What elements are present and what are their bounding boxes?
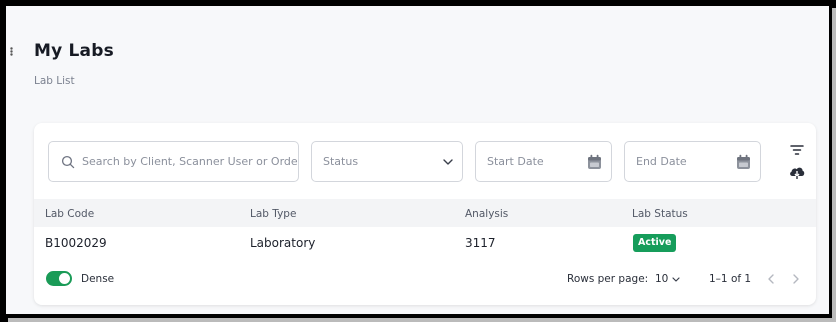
- chevron-down-icon: [443, 158, 453, 165]
- chevron-down-icon: [672, 276, 680, 282]
- lab-list-card: Search by Client, Scanner User or Order …: [34, 123, 816, 305]
- filter-icon[interactable]: [788, 143, 806, 157]
- table-row[interactable]: B1002029 Laboratory 3117 Active: [34, 227, 816, 259]
- column-header-analysis[interactable]: Analysis: [465, 208, 508, 220]
- rows-per-page-select[interactable]: 10: [655, 269, 681, 289]
- rows-per-page-value: 10: [655, 273, 669, 285]
- pagination-range: 1–1 of 1: [709, 273, 752, 285]
- column-header-lab-type[interactable]: Lab Type: [250, 208, 296, 220]
- end-date-input[interactable]: End Date: [624, 141, 761, 182]
- window-shadow: [832, 8, 836, 322]
- cell-lab-code: B1002029: [45, 236, 107, 250]
- cell-lab-type: Laboratory: [250, 236, 316, 250]
- app-window: My Labs Lab List Search by Client, Scann…: [0, 0, 836, 322]
- search-icon: [61, 155, 75, 168]
- calendar-icon[interactable]: [736, 154, 751, 170]
- sidebar-collapse-handle[interactable]: [10, 47, 13, 56]
- calendar-icon[interactable]: [587, 154, 602, 170]
- column-header-lab-code[interactable]: Lab Code: [45, 208, 94, 220]
- dense-toggle[interactable]: [46, 271, 72, 286]
- cloud-download-icon[interactable]: [788, 164, 806, 180]
- end-date-placeholder: End Date: [636, 155, 687, 168]
- breadcrumb: Lab List: [34, 75, 75, 87]
- start-date-input[interactable]: Start Date: [475, 141, 612, 182]
- chevron-left-icon[interactable]: [766, 272, 776, 286]
- search-input[interactable]: Search by Client, Scanner User or Order …: [48, 141, 299, 182]
- chevron-right-icon[interactable]: [791, 272, 801, 286]
- cell-analysis: 3117: [465, 236, 496, 250]
- status-placeholder: Status: [323, 155, 359, 168]
- toggle-knob: [59, 273, 70, 284]
- search-placeholder: Search by Client, Scanner User or Order …: [82, 155, 298, 168]
- status-select[interactable]: Status: [311, 141, 463, 182]
- rows-per-page-label: Rows per page:: [567, 273, 649, 285]
- start-date-placeholder: Start Date: [487, 155, 544, 168]
- page-title: My Labs: [34, 41, 114, 61]
- dense-label: Dense: [81, 273, 115, 285]
- table-header: Lab Code Lab Type Analysis Lab Status: [34, 199, 816, 227]
- window-shadow: [8, 318, 836, 322]
- status-badge: Active: [633, 234, 677, 252]
- column-header-lab-status[interactable]: Lab Status: [632, 208, 688, 220]
